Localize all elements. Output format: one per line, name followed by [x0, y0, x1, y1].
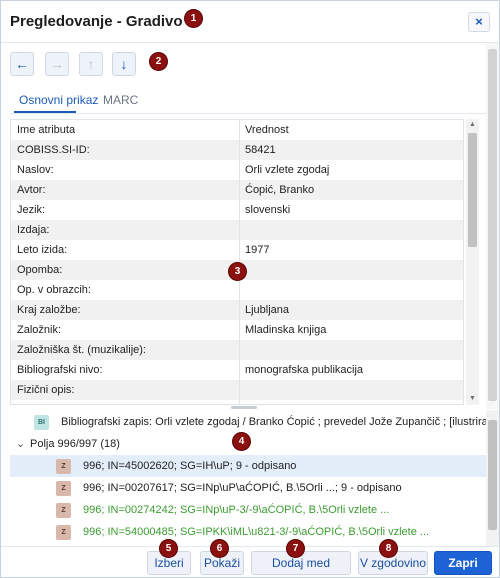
attribute-value: monografska publikacija: [245, 364, 364, 376]
tree-node-item[interactable]: Z 996; IN=00274242; SG=INp\uP-3/-9\aĆOPIĆ…: [56, 499, 389, 521]
attribute-name: Jezik:: [17, 204, 46, 216]
table-row[interactable]: Založniška št. (muzikalije):: [11, 340, 463, 360]
table-row[interactable]: Leto izida: 1977: [11, 240, 463, 260]
attribute-name: Naslov:: [17, 164, 54, 176]
forward-arrow-icon[interactable]: →: [45, 52, 69, 76]
table-row[interactable]: Jezik: slovenski: [11, 200, 463, 220]
down-arrow-icon[interactable]: ↓: [112, 52, 136, 76]
table-row[interactable]: Naslov: Orli vzlete zgodaj: [11, 160, 463, 180]
column-header-value: Vrednost: [245, 124, 289, 136]
marker-badge-1: 1: [185, 10, 202, 27]
scroll-up-icon[interactable]: ▲: [469, 121, 476, 128]
marker-badge-3: 3: [229, 263, 246, 280]
marker-badge-4: 4: [233, 433, 250, 450]
attribute-table: Ime atributa Vrednost COBISS.SI-ID: 5842…: [10, 119, 464, 405]
table-row[interactable]: Založnik: Mladinska knjiga: [11, 320, 463, 340]
bibliographic-record-icon: BI: [34, 414, 49, 430]
attribute-name: Avtor:: [17, 184, 46, 196]
marker-badge-7: 7: [287, 540, 304, 557]
attribute-value: Orli vzlete zgodaj: [245, 164, 330, 176]
up-arrow-icon[interactable]: ↑: [79, 52, 103, 76]
dialog-footer: Izberi Pokaži Dodaj med bližnjice V zgod…: [1, 546, 499, 577]
attribute-name: Op. v obrazcih:: [17, 284, 91, 296]
dialog-title: Pregledovanje - Gradivo: [10, 13, 183, 30]
back-arrow-icon[interactable]: ←: [10, 52, 34, 76]
attribute-value: Mladinska knjiga: [245, 324, 327, 336]
table-scrollbar-thumb[interactable]: [468, 133, 477, 247]
scroll-down-icon[interactable]: ▼: [469, 395, 476, 402]
close-button[interactable]: Zapri: [434, 551, 492, 575]
holding-item-icon: Z: [56, 480, 71, 496]
attribute-name: Bibliografski nivo:: [17, 364, 103, 376]
attribute-value: 1977: [245, 244, 270, 256]
dialog-titlebar: Pregledovanje - Gradivo ×: [1, 1, 499, 43]
holding-item-icon: Z: [56, 502, 71, 518]
tree-node-label: 996; IN=45002620; SG=IH\uP; 9 - odpisano: [83, 460, 297, 472]
tree-node-item[interactable]: Z 996; IN=00207617; SG=INp\uP\aĆOPIĆ, B.\…: [56, 477, 402, 499]
column-header-attribute: Ime atributa: [17, 124, 76, 136]
dialog-scrollbar[interactable]: [486, 43, 499, 409]
tree-node-label: 996; IN=00274242; SG=INp\uP-3/-9\aĆOPIĆ,…: [83, 504, 390, 516]
marker-badge-2: 2: [150, 53, 167, 70]
table-row[interactable]: Izdaja:: [11, 220, 463, 240]
marker-badge-6: 6: [211, 540, 228, 557]
pane-splitter-handle[interactable]: [231, 406, 257, 409]
tab-marc[interactable]: MARC: [103, 93, 138, 107]
attribute-name: Izdaja:: [17, 224, 50, 236]
holding-item-icon: Z: [56, 524, 71, 540]
attribute-value: Ljubljana: [245, 304, 290, 316]
tree-node-label: 996; IN=54000485; SG=IPKK\iML\u821-3/-9\…: [83, 526, 430, 538]
attribute-value: 58421: [245, 144, 276, 156]
table-row[interactable]: Fizični opis:: [11, 380, 463, 400]
attribute-value: slovenski: [245, 204, 291, 216]
attribute-name: Leto izida:: [17, 244, 68, 256]
attribute-name: Založnik:: [17, 324, 62, 336]
tree-node-label: Bibliografski zapis: Orli vzlete zgodaj …: [61, 416, 488, 428]
tree-node-label: Polja 996/997 (18): [30, 438, 120, 450]
attribute-name: COBISS.SI-ID:: [17, 144, 90, 156]
tree-node-fields-group[interactable]: ⌄ Polja 996/997 (18): [16, 433, 120, 455]
attribute-name: Opomba:: [17, 264, 63, 276]
record-tree: BI Bibliografski zapis: Orli vzlete zgoda…: [10, 410, 488, 546]
attribute-value: Ćopić, Branko: [245, 184, 315, 196]
table-scrollbar[interactable]: ▲ ▼: [466, 119, 479, 405]
tree-node-bibliographic[interactable]: BI Bibliografski zapis: Orli vzlete zgoda…: [34, 411, 488, 433]
active-tab-indicator: [14, 111, 76, 113]
table-header-row: Ime atributa Vrednost: [11, 120, 463, 140]
tab-bar: Osnovni prikaz MARC: [1, 87, 499, 114]
table-row[interactable]: Kraj založbe: Ljubljana: [11, 300, 463, 320]
marker-badge-8: 8: [380, 540, 397, 557]
tree-node-item[interactable]: Z 996; IN=45002620; SG=IH\uP; 9 - odpisan…: [56, 455, 296, 477]
dialog-scrollbar-thumb[interactable]: [488, 49, 497, 401]
tree-scrollbar-thumb[interactable]: [488, 420, 497, 530]
table-row[interactable]: COBISS.SI-ID: 58421: [11, 140, 463, 160]
tab-basic-view[interactable]: Osnovni prikaz: [19, 93, 98, 107]
table-row[interactable]: Avtor: Ćopić, Branko: [11, 180, 463, 200]
marker-badge-5: 5: [160, 540, 177, 557]
preview-dialog: Pregledovanje - Gradivo × ← → ↑ ↓ Osnovn…: [0, 0, 500, 578]
attribute-name: Kraj založbe:: [17, 304, 81, 316]
tab-divider: [10, 113, 490, 114]
table-row[interactable]: Bibliografski nivo: monografska publikac…: [11, 360, 463, 380]
tree-node-item[interactable]: Z 996; IN=54000485; SG=IPKK\iML\u821-3/-9…: [56, 521, 429, 543]
table-row[interactable]: Op. v obrazcih:: [11, 280, 463, 300]
close-icon[interactable]: ×: [468, 12, 490, 32]
attribute-name: Fizični opis:: [17, 384, 75, 396]
tree-node-label: 996; IN=00207617; SG=INp\uP\aĆOPIĆ, B.\5…: [83, 482, 402, 494]
attribute-name: Založniška št. (muzikalije):: [17, 344, 146, 356]
holding-item-icon: Z: [56, 458, 71, 474]
collapse-chevron-icon[interactable]: ⌄: [16, 433, 30, 455]
tree-scrollbar[interactable]: [486, 410, 499, 546]
